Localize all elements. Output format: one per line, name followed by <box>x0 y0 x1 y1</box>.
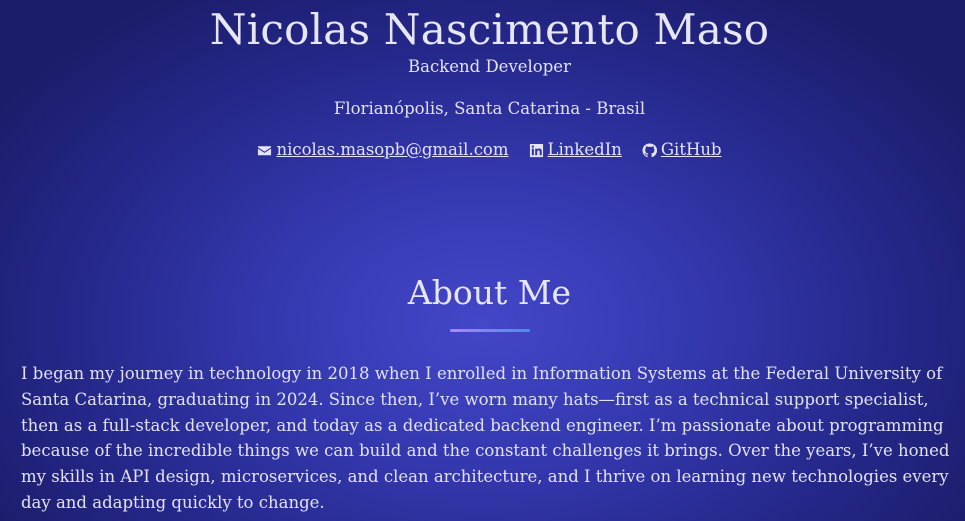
github-link-label: GitHub <box>660 140 722 159</box>
github-link[interactable]: GitHub <box>642 139 722 161</box>
contact-links: nicolas.masopb@gmail.com LinkedIn GitHub <box>0 139 965 161</box>
profile-role: Backend Developer <box>408 57 571 76</box>
envelope-icon <box>258 145 272 155</box>
linkedin-icon <box>529 143 543 157</box>
email-link-label: nicolas.masopb@gmail.com <box>276 140 509 159</box>
linkedin-link[interactable]: LinkedIn <box>529 139 622 161</box>
about-paragraph: I began my journey in technology in 2018… <box>21 364 950 512</box>
github-icon <box>642 142 657 157</box>
profile-location: Florianópolis, Santa Catarina - Brasil <box>333 99 646 118</box>
about-heading: About Me <box>407 273 572 312</box>
about-divider <box>450 329 530 332</box>
linkedin-link-label: LinkedIn <box>547 140 622 159</box>
profile-name: Nicolas Nascimento Maso <box>209 5 770 54</box>
email-link[interactable]: nicolas.masopb@gmail.com <box>257 139 509 161</box>
